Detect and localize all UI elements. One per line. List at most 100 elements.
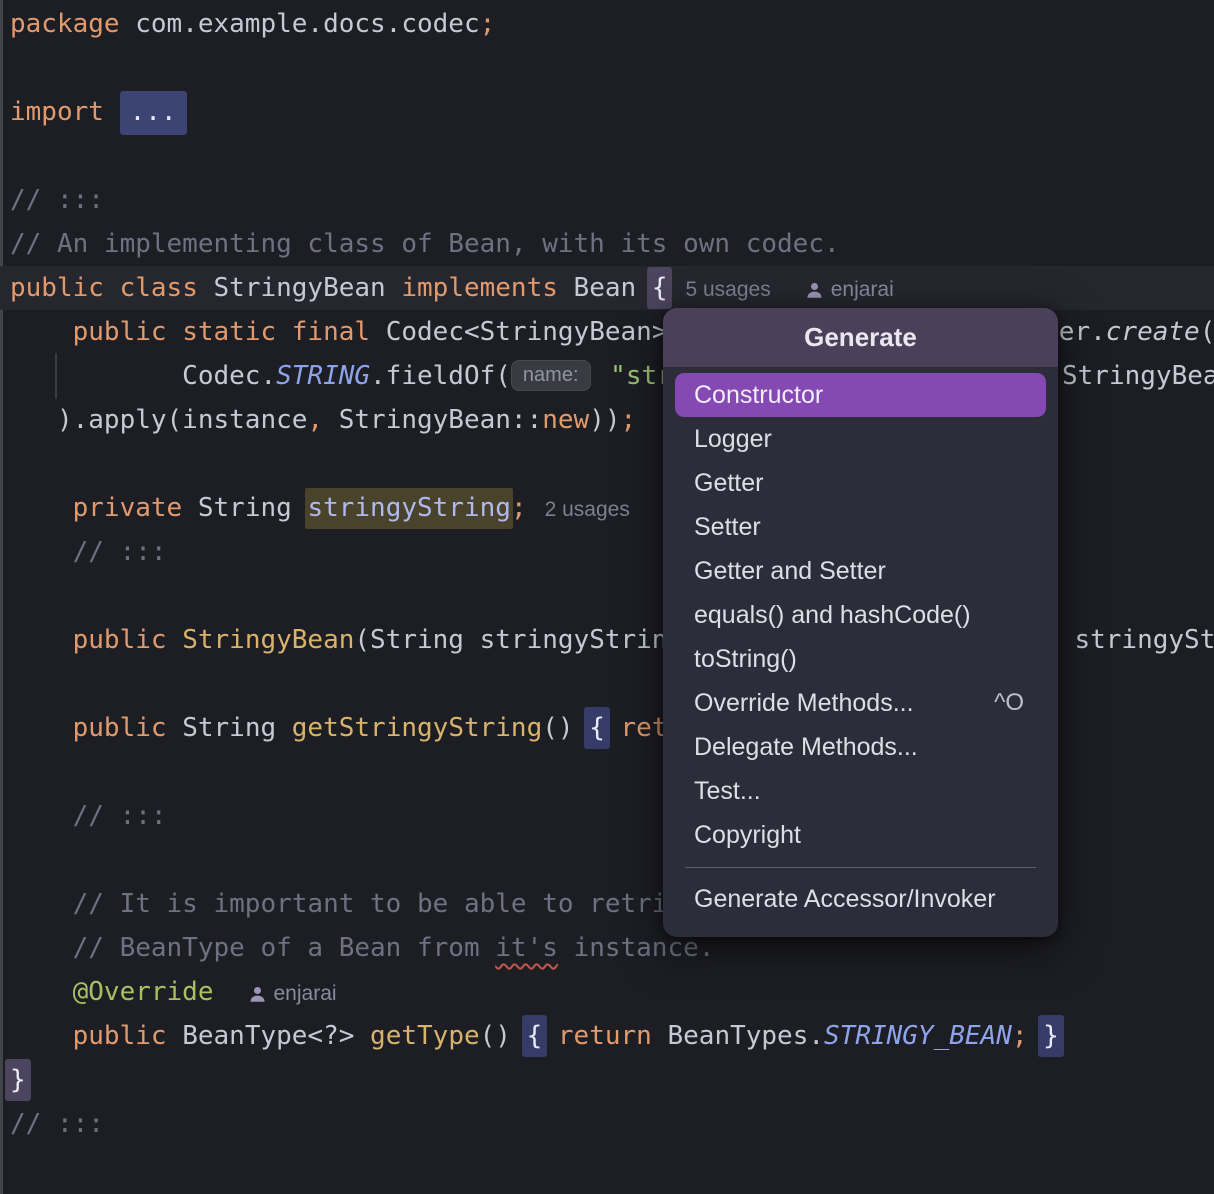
menu-item-setter[interactable]: Setter: [675, 505, 1046, 549]
code-token: [104, 273, 120, 303]
menu-separator: [685, 867, 1036, 868]
menu-item-delegate-methods[interactable]: Delegate Methods...: [675, 725, 1046, 769]
code-token: StringyBean::: [323, 405, 542, 435]
code-token: ;: [1012, 1021, 1028, 1051]
code-line[interactable]: import ...: [0, 90, 1214, 134]
code-token: [10, 493, 73, 523]
menu-item-getter[interactable]: Getter: [675, 461, 1046, 505]
code-line[interactable]: [0, 1146, 1214, 1190]
menu-item-tostring[interactable]: toString(): [675, 637, 1046, 681]
code-line[interactable]: // :::: [0, 178, 1214, 222]
author-name: enjarai: [274, 982, 337, 1005]
code-line[interactable]: package com.example.docs.codec;: [0, 2, 1214, 46]
user-icon: [248, 985, 267, 1004]
code-line[interactable]: // An implementing class of Bean, with i…: [0, 222, 1214, 266]
code-token: String: [167, 713, 292, 743]
code-token: ;: [621, 405, 637, 435]
generate-menu: ConstructorLoggerGetterSetterGetter and …: [663, 367, 1058, 857]
vcs-author-inlay[interactable]: enjarai: [248, 982, 337, 1005]
code-token: // An implementing class of Bean, with i…: [10, 229, 840, 259]
code-token: // BeanType of a Bean from: [10, 933, 495, 963]
matched-brace: }: [5, 1059, 31, 1101]
code-token: public: [73, 713, 167, 743]
code-token: implements: [401, 273, 558, 303]
code-token: BeanTypes.: [652, 1021, 824, 1051]
code-line[interactable]: @Overrideenjarai: [0, 970, 1214, 1014]
code-token: String: [182, 493, 307, 523]
code-token: (instance ->: [1200, 317, 1214, 347]
code-line[interactable]: [0, 134, 1214, 178]
code-token: [542, 1021, 558, 1051]
code-token: create: [1106, 317, 1200, 347]
code-line[interactable]: [0, 46, 1214, 90]
code-token: [10, 317, 73, 347]
menu-item-constructor[interactable]: Constructor: [675, 373, 1046, 417]
menu-item-copyright[interactable]: Copyright: [675, 813, 1046, 857]
code-token: [10, 1021, 73, 1051]
code-line[interactable]: // :::: [0, 1102, 1214, 1146]
code-token: // :::: [10, 801, 167, 831]
code-token: com.example.docs.codec: [120, 9, 480, 39]
code-token: // :::: [10, 185, 104, 215]
usages-inlay[interactable]: 5 usages: [685, 278, 770, 301]
code-token: // :::: [10, 537, 167, 567]
code-line[interactable]: public class StringyBean implements Bean…: [0, 266, 1214, 310]
menu-item-equals-and-hashcode[interactable]: equals() and hashCode(): [675, 593, 1046, 637]
menu-item-generate-accessor-invoker[interactable]: Generate Accessor/Invoker: [675, 877, 1046, 921]
shortcut-hint: ^O: [994, 681, 1024, 725]
code-token: )): [589, 405, 620, 435]
code-token: [10, 625, 73, 655]
code-token: instance.: [558, 933, 715, 963]
menu-item-label: Setter: [694, 505, 761, 549]
code-token: ,: [307, 405, 323, 435]
code-token: ;: [511, 493, 527, 523]
selected-brace: }: [1038, 1015, 1064, 1057]
typo-word: it's: [495, 933, 558, 963]
menu-item-label: Copyright: [694, 813, 801, 857]
menu-item-getter-and-setter[interactable]: Getter and Setter: [675, 549, 1046, 593]
code-token: public: [73, 625, 167, 655]
code-token: ).apply(instance: [10, 405, 307, 435]
code-token: // :::: [10, 1109, 104, 1139]
vcs-author-inlay[interactable]: enjarai: [805, 278, 894, 301]
code-token: package: [10, 9, 120, 39]
code-token: public: [10, 273, 104, 303]
menu-item-label: Logger: [694, 417, 772, 461]
code-token: [10, 713, 73, 743]
menu-item-label: Delegate Methods...: [694, 725, 918, 769]
code-token: STRING: [276, 361, 370, 391]
code-token: class: [120, 273, 198, 303]
code-line[interactable]: public BeanType<?> getType() { return Be…: [0, 1014, 1214, 1058]
matched-brace: {: [647, 267, 673, 309]
menu-item-test[interactable]: Test...: [675, 769, 1046, 813]
code-token: final: [292, 317, 370, 347]
code-token: getType: [370, 1021, 480, 1051]
menu-item-logger[interactable]: Logger: [675, 417, 1046, 461]
menu-item-label: equals() and hashCode(): [694, 593, 971, 637]
code-token: [167, 317, 183, 347]
code-token: private: [73, 493, 183, 523]
author-name: enjarai: [831, 278, 894, 301]
generate-popup: Generate ConstructorLoggerGetterSetterGe…: [663, 308, 1058, 937]
code-token: getStringyString: [292, 713, 542, 743]
code-token: import: [10, 97, 104, 127]
menu-item-label: Test...: [694, 769, 761, 813]
code-token: (): [542, 713, 589, 743]
code-token: public: [73, 1021, 167, 1051]
folded-import-region[interactable]: ...: [120, 91, 187, 135]
menu-item-override-methods[interactable]: Override Methods... ^O: [675, 681, 1046, 725]
code-token: static: [182, 317, 276, 347]
code-token: Codec.: [10, 361, 276, 391]
code-token: BeanType<?>: [167, 1021, 371, 1051]
code-token: StringyBean: [198, 273, 402, 303]
code-token: [276, 317, 292, 347]
code-line[interactable]: }: [0, 1058, 1214, 1102]
menu-item-label: Override Methods...: [694, 681, 914, 725]
usages-inlay[interactable]: 2 usages: [545, 498, 630, 521]
code-token: new: [542, 405, 589, 435]
menu-item-label: Getter: [694, 461, 763, 505]
popup-title: Generate: [663, 308, 1058, 367]
code-token: return: [558, 1021, 652, 1051]
menu-item-label: Constructor: [694, 373, 823, 417]
code-token: public: [73, 317, 167, 347]
